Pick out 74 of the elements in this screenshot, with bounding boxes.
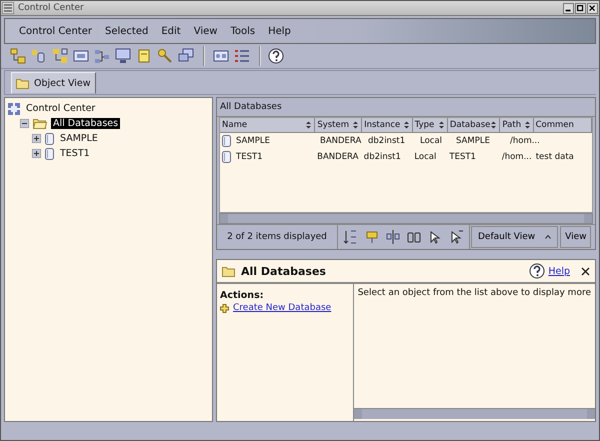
help-link[interactable]: Help: [548, 266, 570, 276]
database-icon: [45, 148, 54, 160]
column-header[interactable]: Path: [500, 118, 534, 132]
help-icon[interactable]: [529, 263, 546, 279]
column-header[interactable]: Type: [412, 118, 448, 132]
table-cell: SAMPLE: [236, 136, 270, 146]
panel-title: All Databases: [241, 264, 327, 278]
table-cell: TEST1: [449, 152, 476, 162]
menu-item[interactable]: Selected: [104, 26, 148, 36]
tree-icon[interactable]: [9, 47, 27, 65]
database-icon: [45, 132, 54, 144]
close-icon[interactable]: [581, 266, 590, 276]
grid-icon: [8, 102, 20, 114]
table-cell: /hom...: [510, 136, 540, 146]
menu-item[interactable]: Control Center: [19, 26, 92, 36]
sort-icon[interactable]: [352, 121, 360, 129]
menu-item[interactable]: Edit: [161, 26, 181, 36]
caret-icon: [545, 235, 552, 239]
column-header[interactable]: System: [315, 118, 362, 132]
list-icon[interactable]: [233, 47, 251, 65]
window-title: Control Center: [18, 3, 85, 13]
sort-icon[interactable]: [438, 121, 445, 129]
tree-item[interactable]: TEST1: [58, 148, 92, 159]
sort-icon[interactable]: [402, 121, 410, 129]
table-cell: Local: [420, 136, 442, 146]
expander-icon[interactable]: [32, 134, 41, 143]
table-cell: /hom...: [502, 152, 532, 162]
column-header[interactable]: Commen: [534, 118, 592, 132]
column-header[interactable]: Name: [220, 118, 316, 132]
folder-icon: [16, 78, 30, 88]
scrollbar[interactable]: [354, 408, 595, 419]
folder-icon: [33, 118, 47, 129]
tree-item[interactable]: All Databases: [51, 118, 120, 129]
tree-item[interactable]: SAMPLE: [58, 133, 100, 144]
sort-icon[interactable]: [524, 121, 531, 129]
table-cell: test data: [536, 152, 574, 162]
minimize-icon[interactable]: [563, 2, 574, 14]
expander-icon[interactable]: [32, 149, 41, 158]
nodes-icon[interactable]: [93, 47, 111, 65]
view-dropdown[interactable]: Default View: [471, 226, 558, 248]
sort-icon[interactable]: [305, 121, 312, 129]
column-header[interactable]: Instance: [362, 118, 413, 132]
database-icon: [222, 135, 231, 147]
plus-icon: [220, 304, 229, 312]
status-text: 2 of 2 items displayed: [217, 225, 338, 249]
column-header[interactable]: Database: [448, 118, 500, 132]
action-link[interactable]: Create New Database: [233, 303, 332, 313]
view-button[interactable]: View: [560, 226, 592, 248]
table-cell: SAMPLE: [456, 136, 490, 146]
menu-item[interactable]: View: [194, 26, 218, 36]
message-text: Select an object from the list above to display more: [356, 287, 592, 300]
help-icon[interactable]: [268, 48, 284, 64]
hierarchy-icon[interactable]: [51, 47, 69, 65]
monitor-icon[interactable]: [114, 47, 132, 65]
table-cell: BANDERA: [317, 152, 358, 162]
table-cell: Local: [414, 152, 436, 162]
scrollbar[interactable]: [219, 213, 593, 224]
menu-item[interactable]: Help: [268, 26, 291, 36]
table-cell: BANDERA: [320, 136, 362, 146]
expander-icon[interactable]: [20, 119, 29, 128]
database-icon: [222, 151, 231, 163]
tab[interactable]: Object View: [11, 72, 96, 94]
table-cell: db2inst1: [364, 152, 401, 162]
sort-icon[interactable]: [490, 121, 498, 129]
menu-item[interactable]: Tools: [230, 26, 256, 36]
columns-icon[interactable]: [384, 228, 402, 246]
menu-icon[interactable]: [2, 2, 14, 14]
maximize-icon[interactable]: [575, 2, 586, 14]
tree-item[interactable]: Control Center: [24, 103, 98, 114]
actions-label: Actions:: [220, 290, 265, 301]
folder-icon: [222, 266, 236, 276]
close-icon[interactable]: [587, 2, 598, 14]
table-cell: db2inst1: [368, 136, 406, 146]
table-cell: TEST1: [236, 152, 263, 162]
